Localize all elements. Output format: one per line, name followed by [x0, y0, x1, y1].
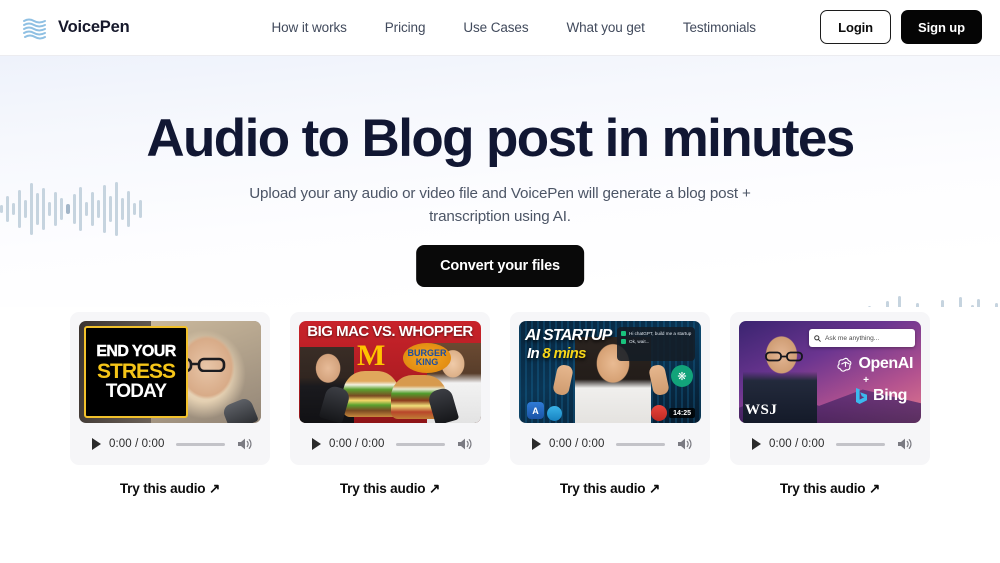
try-this-audio-link[interactable]: Try this audio ↗ — [120, 481, 221, 497]
audio-player: 0:00 / 0:00 — [299, 423, 481, 465]
mcdonalds-logo-icon: M — [357, 339, 386, 372]
try-this-audio-link[interactable]: Try this audio ↗ — [780, 481, 881, 497]
bing-label: Bing — [873, 387, 907, 404]
chat-avatar-icon — [621, 339, 626, 344]
play-icon[interactable] — [532, 438, 541, 450]
volume-icon[interactable] — [897, 437, 913, 451]
wsj-logo: WSJ — [745, 402, 778, 418]
nav-item-use-cases[interactable]: Use Cases — [463, 20, 528, 35]
thumb-line-1: END YOUR — [96, 342, 176, 360]
chat-bubble-2: Ok, wait... — [621, 339, 691, 344]
play-icon[interactable] — [92, 438, 101, 450]
chat-window: Hi chatGPT, build me a startup Ok, wait.… — [617, 327, 695, 361]
thumb-line-1: AI STARTUP — [525, 327, 612, 344]
card-column: M BURGER KING BIG MAC VS. WHOPPER 0:00 /… — [290, 312, 490, 497]
page-title: Audio to Blog post in minutes — [146, 109, 855, 168]
video-thumbnail-ai-startup-in-8-mins[interactable]: A Hi chatGPT, build me a startup Ok, wai… — [519, 321, 701, 423]
convert-your-files-button[interactable]: Convert your files — [416, 245, 584, 287]
bing-logo-icon — [856, 388, 868, 404]
video-thumbnail-end-your-stress-today[interactable]: END YOUR STRESS TODAY — [79, 321, 261, 423]
openai-logo-icon — [836, 357, 851, 372]
auth-button-group: Login Sign up — [820, 10, 982, 44]
thumb-line-2: STRESS — [96, 359, 176, 383]
audio-player: 0:00 / 0:00 — [79, 423, 261, 465]
audio-player: 0:00 / 0:00 — [739, 423, 921, 465]
search-icon — [814, 334, 821, 342]
thumb-line-2-prefix: In — [527, 345, 543, 362]
hero-section: Audio to Blog post in minutes Upload you… — [0, 56, 1000, 307]
chatgpt-logo-icon: ❋ — [671, 365, 693, 387]
thumb-headline: BIG MAC VS. WHOPPER — [307, 323, 473, 340]
audio-player: 0:00 / 0:00 — [519, 423, 701, 465]
volume-icon[interactable] — [457, 437, 473, 451]
brand-name: VoicePen — [58, 18, 130, 36]
try-this-audio-link[interactable]: Try this audio ↗ — [340, 481, 441, 497]
audio-sample-card: M BURGER KING BIG MAC VS. WHOPPER 0:00 /… — [290, 312, 490, 465]
audio-time-display: 0:00 / 0:00 — [109, 438, 165, 450]
volume-icon[interactable] — [237, 437, 253, 451]
audio-progress-slider[interactable] — [396, 442, 445, 446]
openai-label: OpenAI — [858, 355, 914, 372]
nav-item-how-it-works[interactable]: How it works — [271, 20, 346, 35]
video-thumbnail-openai-plus-bing[interactable]: Ask me anything... OpenAI + Bing WSJ — [739, 321, 921, 423]
chat-bubble-1: Hi chatGPT, build me a startup — [621, 331, 691, 336]
openai-brand-row: OpenAI — [836, 355, 914, 373]
login-button[interactable]: Login — [820, 10, 892, 44]
audio-progress-slider[interactable] — [836, 442, 885, 446]
video-duration-badge: 14:25 — [669, 408, 695, 418]
eyeglasses-icon — [765, 351, 803, 362]
audio-sample-card: A Hi chatGPT, build me a startup Ok, wai… — [510, 312, 710, 465]
thumbnail-text-panel: END YOUR STRESS TODAY — [84, 326, 188, 418]
play-icon[interactable] — [752, 438, 761, 450]
audio-progress-slider[interactable] — [176, 442, 225, 446]
app-icon-c — [651, 405, 667, 421]
app-icon-b — [547, 406, 562, 421]
pointing-hand-right — [648, 363, 670, 397]
app-icon-a: A — [527, 402, 544, 419]
audio-time-display: 0:00 / 0:00 — [329, 438, 385, 450]
search-bar: Ask me anything... — [809, 329, 915, 347]
site-header: VoicePen How it works Pricing Use Cases … — [0, 0, 1000, 56]
play-icon[interactable] — [312, 438, 321, 450]
bing-brand-row: Bing — [855, 387, 907, 405]
chat-bubble-1-text: Hi chatGPT, build me a startup — [629, 331, 692, 336]
video-thumbnail-big-mac-vs-whopper[interactable]: M BURGER KING BIG MAC VS. WHOPPER — [299, 321, 481, 423]
card-column: Ask me anything... OpenAI + Bing WSJ 0:0… — [730, 312, 930, 497]
pointing-hand-left — [552, 363, 574, 397]
hero-subtitle: Upload your any audio or video file and … — [249, 185, 751, 226]
thumb-line-3: TODAY — [105, 381, 167, 403]
brand-logo-link[interactable]: VoicePen — [22, 16, 130, 40]
burger-king-logo-icon: BURGER KING — [403, 343, 451, 373]
card-column: A Hi chatGPT, build me a startup Ok, wai… — [510, 312, 710, 497]
audio-progress-slider[interactable] — [616, 442, 665, 446]
audio-time-display: 0:00 / 0:00 — [769, 438, 825, 450]
card-column: END YOUR STRESS TODAY 0:00 / 0:00 Try th… — [70, 312, 270, 497]
audio-time-display: 0:00 / 0:00 — [549, 438, 605, 450]
signup-button[interactable]: Sign up — [901, 10, 982, 44]
nav-item-testimonials[interactable]: Testimonials — [683, 20, 756, 35]
wave-lines-logo-icon — [22, 16, 48, 40]
chat-avatar-icon — [621, 331, 626, 336]
search-placeholder-text: Ask me anything... — [825, 334, 880, 342]
chat-bubble-2-text: Ok, wait... — [629, 339, 650, 344]
try-this-audio-link[interactable]: Try this audio ↗ — [560, 481, 661, 497]
audio-sample-card: Ask me anything... OpenAI + Bing WSJ 0:0… — [730, 312, 930, 465]
nav-item-pricing[interactable]: Pricing — [385, 20, 426, 35]
thumb-line-2: In 8 mins — [527, 345, 586, 362]
sample-audio-cards: END YOUR STRESS TODAY 0:00 / 0:00 Try th… — [0, 312, 1000, 497]
nav-item-what-you-get[interactable]: What you get — [566, 20, 644, 35]
volume-icon[interactable] — [677, 437, 693, 451]
plus-symbol: + — [863, 375, 869, 386]
primary-nav: How it works Pricing Use Cases What you … — [271, 20, 756, 35]
thumb-line-2-highlight: 8 mins — [542, 345, 586, 362]
audio-sample-card: END YOUR STRESS TODAY 0:00 / 0:00 — [70, 312, 270, 465]
